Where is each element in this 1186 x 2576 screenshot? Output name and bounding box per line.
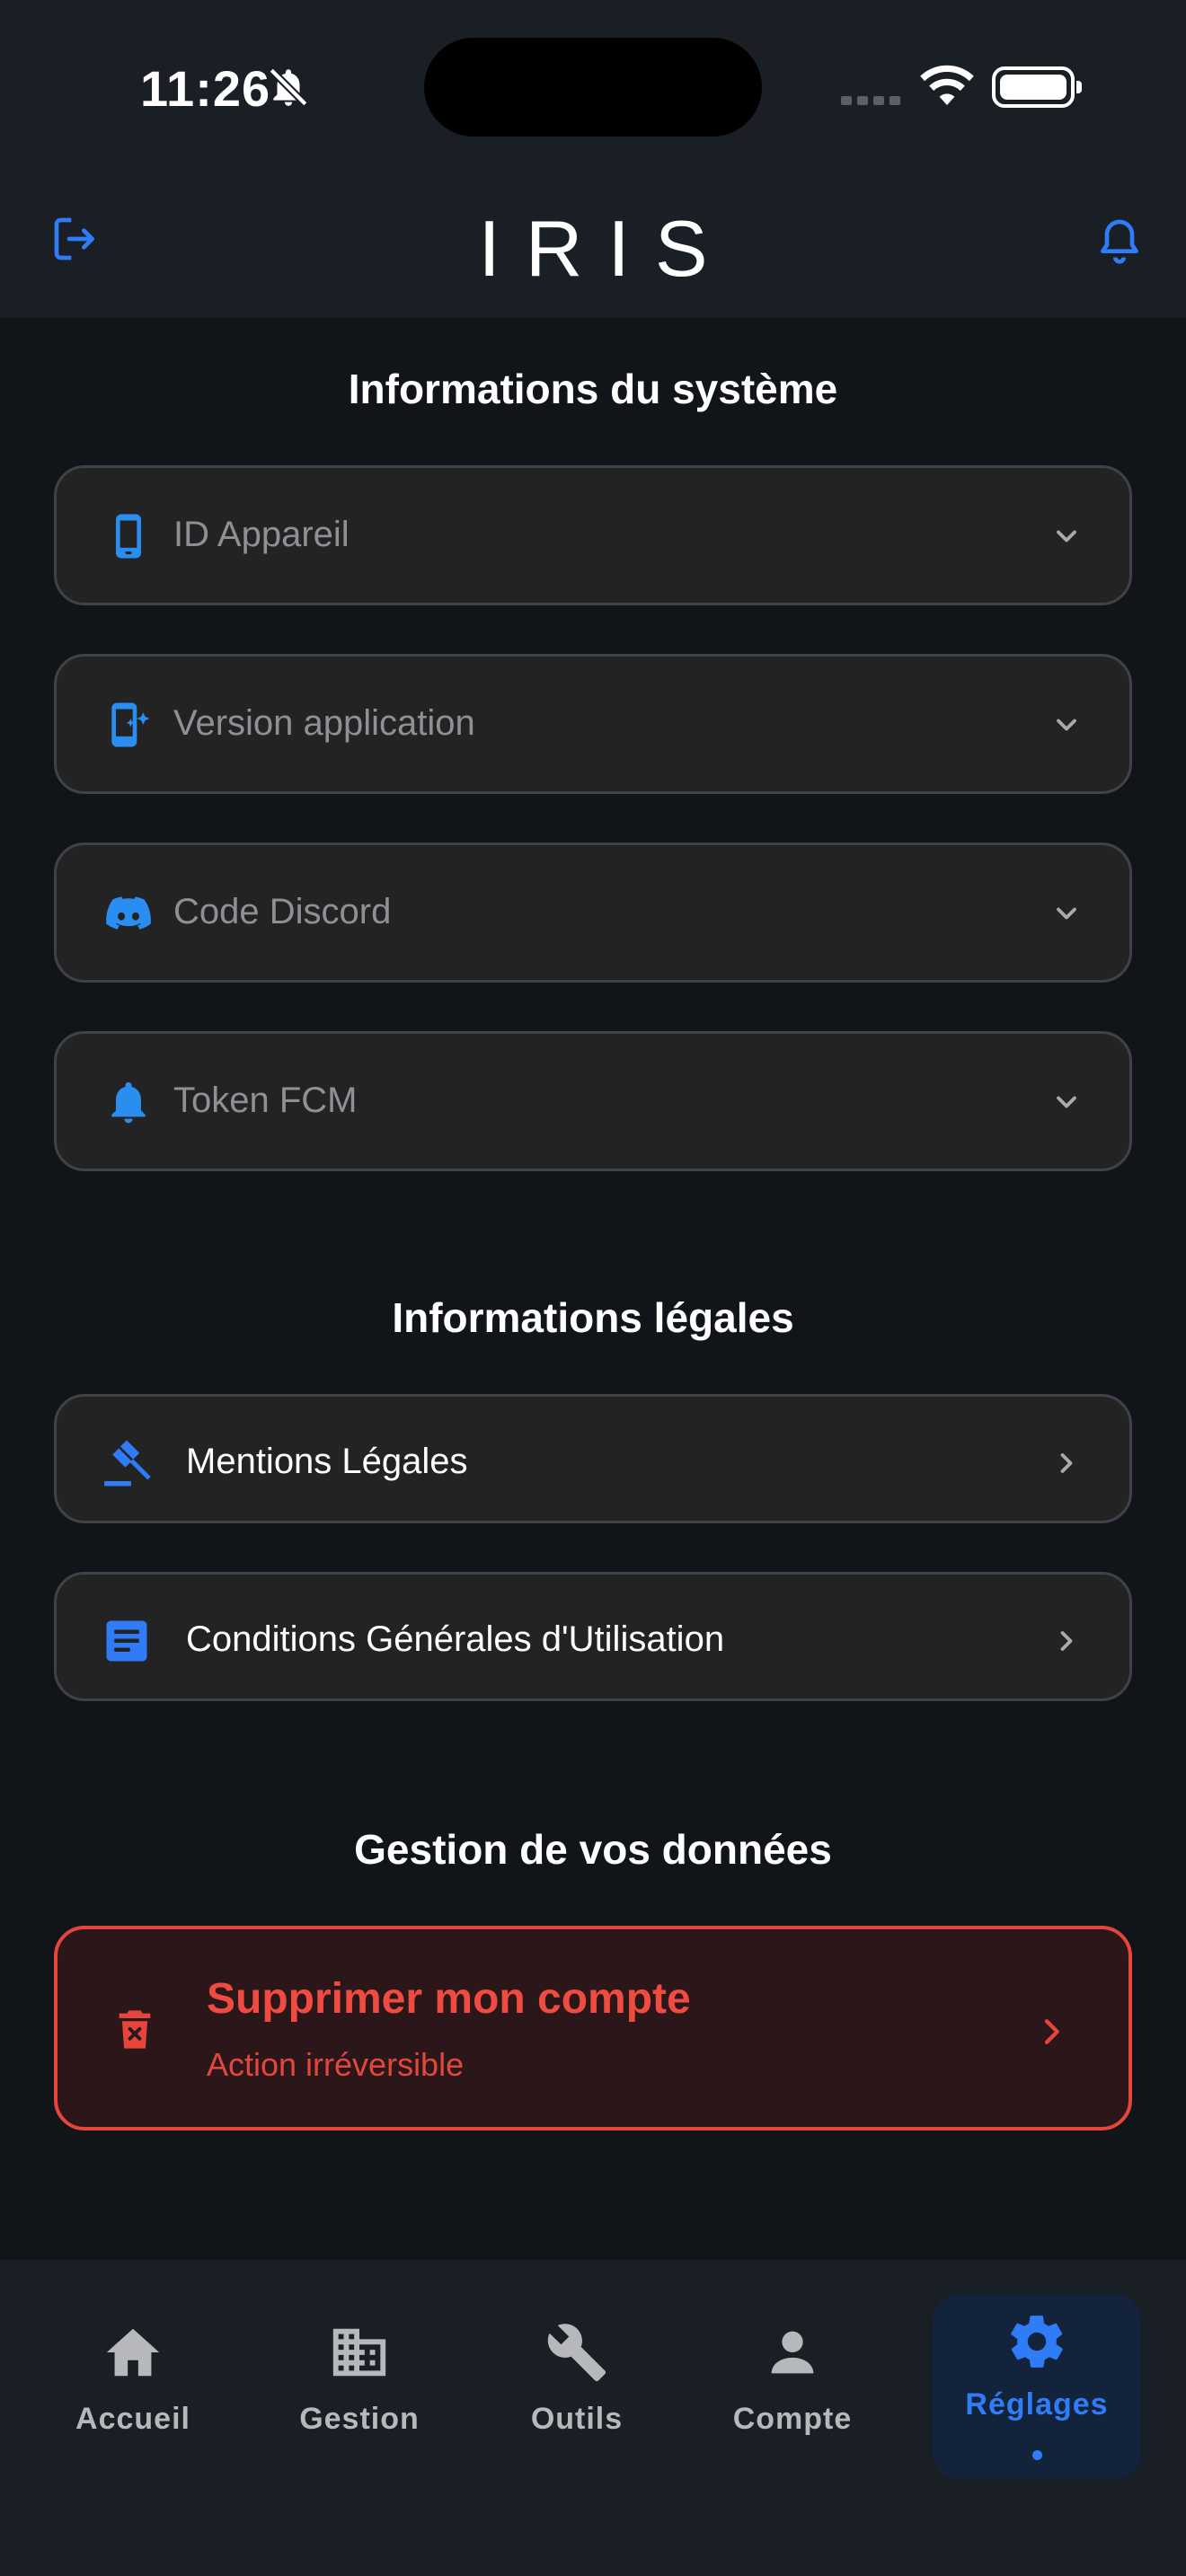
cellular-signal-icon [841, 93, 906, 110]
chevron-right-icon [1060, 1631, 1073, 1651]
bell-icon [111, 1081, 146, 1124]
legal-item-terms[interactable]: Conditions Générales d'Utilisation [54, 1572, 1132, 1701]
dynamic-island [424, 38, 762, 137]
home-icon [106, 2328, 160, 2377]
system-item-app-version[interactable]: Version application [54, 654, 1132, 794]
status-time: 11:26 [140, 60, 271, 117]
chevron-down-icon [1057, 907, 1076, 920]
legal-item-label: Conditions Générales d'Utilisation [186, 1619, 725, 1659]
nav-label: Compte [732, 2402, 853, 2436]
nav-label: Réglages [965, 2387, 1109, 2422]
system-item-label: ID Appareil [173, 515, 350, 554]
nav-label: Outils [530, 2402, 624, 2436]
legal-item-label: Mentions Légales [186, 1442, 468, 1481]
system-item-fcm-token[interactable]: Token FCM [54, 1031, 1132, 1171]
delete-account-button[interactable]: Supprimer mon compte Action irréversible [54, 1926, 1132, 2130]
section-title-legal: Informations légales [392, 1294, 794, 1341]
section-title-data: Gestion de vos données [354, 1826, 832, 1873]
nav-item-reglages[interactable]: Réglages [956, 2310, 1118, 2422]
document-icon [106, 1620, 147, 1662]
system-item-label: Token FCM [173, 1081, 358, 1120]
gear-icon [1011, 2316, 1063, 2368]
section-title-system: Informations du système [348, 366, 838, 412]
nav-active-dot [1032, 2450, 1042, 2460]
wifi-icon [920, 65, 974, 105]
app-title: IRIS [478, 204, 733, 293]
person-icon [771, 2331, 814, 2374]
wrench-icon [547, 2324, 606, 2382]
discord-icon [106, 896, 151, 930]
system-item-discord-code[interactable]: Code Discord [54, 842, 1132, 983]
nav-item-gestion[interactable]: Gestion [296, 2321, 422, 2437]
notifications-bell-icon[interactable] [1094, 212, 1145, 269]
smartphone-icon [116, 514, 141, 559]
trash-icon [119, 2010, 151, 2049]
chevron-right-icon [1044, 2019, 1059, 2044]
chevron-down-icon [1057, 1096, 1076, 1108]
nav-label: Accueil [75, 2402, 190, 2436]
delete-account-subtitle: Action irréversible [207, 2046, 465, 2083]
legal-item-mentions[interactable]: Mentions Légales [54, 1394, 1132, 1523]
system-item-device-id[interactable]: ID Appareil [54, 465, 1132, 605]
delete-account-title: Supprimer mon compte [207, 1975, 691, 2023]
nav-item-outils[interactable]: Outils [514, 2321, 640, 2437]
app-update-icon [111, 702, 150, 747]
bell-slash-icon [269, 67, 308, 107]
gavel-icon [104, 1440, 151, 1486]
system-item-label: Code Discord [173, 892, 392, 931]
battery-icon [992, 66, 1082, 108]
chevron-right-icon [1060, 1453, 1073, 1473]
nav-item-compte[interactable]: Compte [730, 2321, 855, 2437]
system-item-label: Version application [173, 703, 475, 743]
chevron-down-icon [1057, 719, 1076, 731]
nav-item-accueil[interactable]: Accueil [70, 2321, 196, 2437]
nav-label: Gestion [299, 2402, 420, 2436]
building-icon [332, 2328, 386, 2377]
chevron-down-icon [1057, 530, 1076, 543]
